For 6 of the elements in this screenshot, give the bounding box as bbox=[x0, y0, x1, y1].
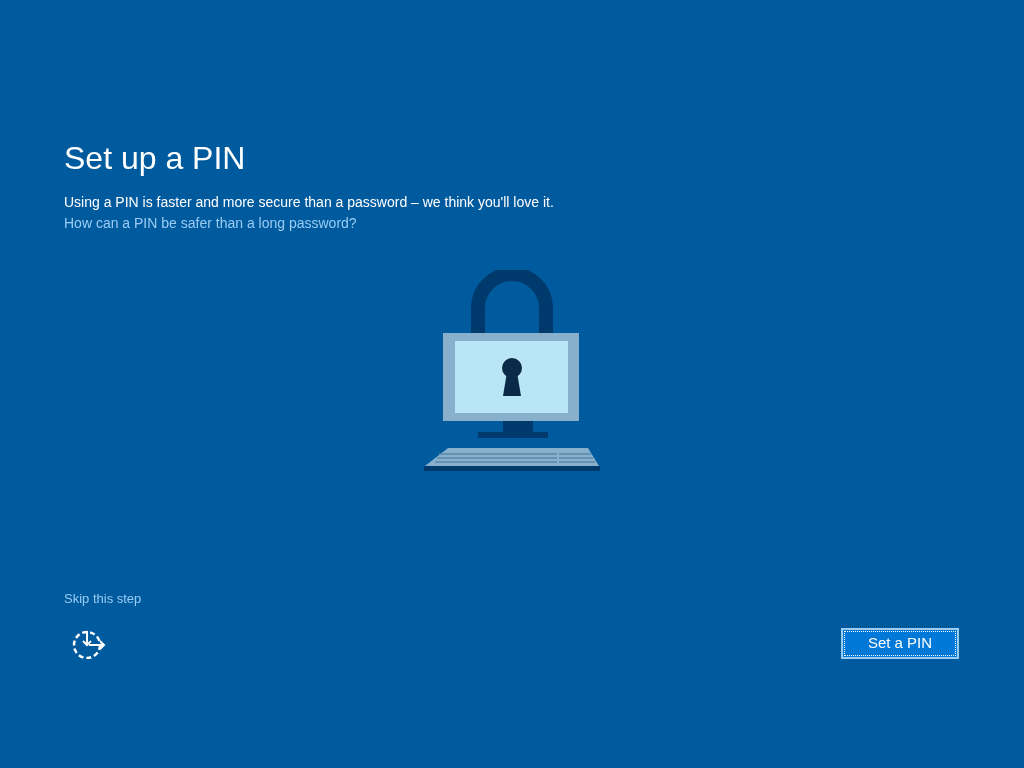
accessibility-icon[interactable] bbox=[72, 628, 106, 659]
info-link[interactable]: How can a PIN be safer than a long password? bbox=[64, 213, 357, 234]
description-text: Using a PIN is faster and more secure than a password – we think you'll love it. bbox=[64, 193, 555, 212]
set-pin-button[interactable]: Set a PIN bbox=[841, 628, 959, 659]
skip-link[interactable]: Skip this step bbox=[64, 590, 142, 608]
page-title: Set up a PIN bbox=[64, 139, 247, 178]
